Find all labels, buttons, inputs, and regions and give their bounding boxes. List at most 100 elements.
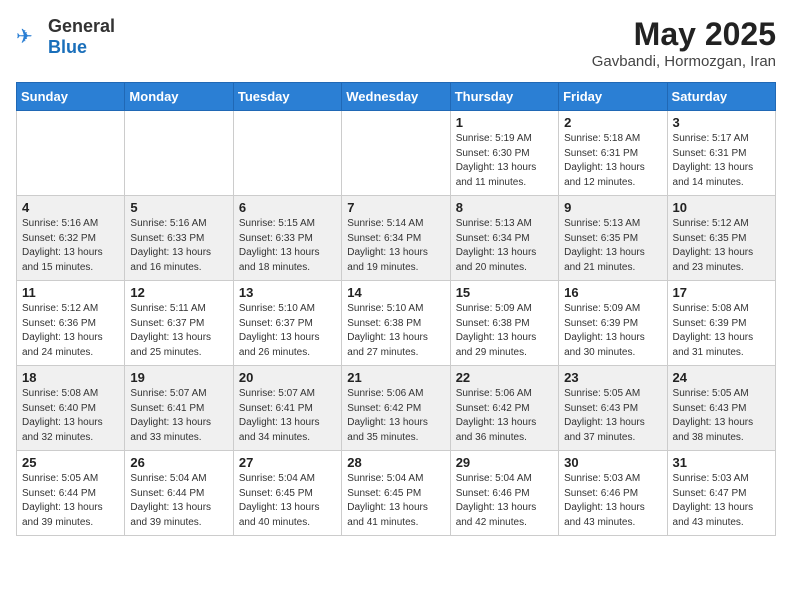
calendar-row-1: 1 Sunrise: 5:19 AM Sunset: 6:30 PM Daylig… — [17, 111, 776, 196]
calendar-row-2: 4 Sunrise: 5:16 AM Sunset: 6:32 PM Daylig… — [17, 196, 776, 281]
calendar-cell — [125, 111, 233, 196]
weekday-header-row: SundayMondayTuesdayWednesdayThursdayFrid… — [17, 83, 776, 111]
logo: ✈ General Blue — [16, 16, 115, 58]
day-info: Sunrise: 5:08 AM Sunset: 6:39 PM Dayligh… — [673, 302, 770, 360]
month-year-title: May 2025 — [592, 16, 776, 53]
day-number: 21 — [347, 370, 444, 385]
day-number: 27 — [239, 455, 336, 470]
day-info: Sunrise: 5:16 AM Sunset: 6:32 PM Dayligh… — [22, 217, 119, 275]
day-info: Sunrise: 5:08 AM Sunset: 6:40 PM Dayligh… — [22, 387, 119, 445]
day-info: Sunrise: 5:09 AM Sunset: 6:38 PM Dayligh… — [456, 302, 553, 360]
svg-text:✈: ✈ — [16, 26, 33, 48]
calendar-cell: 17 Sunrise: 5:08 AM Sunset: 6:39 PM Dayli… — [667, 281, 775, 366]
calendar-cell — [233, 111, 341, 196]
calendar-cell: 26 Sunrise: 5:04 AM Sunset: 6:44 PM Dayli… — [125, 451, 233, 536]
calendar-cell: 29Sunrise: 5:04 AM Sunset: 6:46 PM Dayli… — [450, 451, 558, 536]
weekday-header-friday: Friday — [559, 83, 667, 111]
calendar-cell: 16Sunrise: 5:09 AM Sunset: 6:39 PM Dayli… — [559, 281, 667, 366]
day-number: 7 — [347, 200, 444, 215]
day-number: 31 — [673, 455, 770, 470]
day-info: Sunrise: 5:13 AM Sunset: 6:34 PM Dayligh… — [456, 217, 553, 275]
calendar-table: SundayMondayTuesdayWednesdayThursdayFrid… — [16, 82, 776, 536]
day-info: Sunrise: 5:16 AM Sunset: 6:33 PM Dayligh… — [130, 217, 227, 275]
calendar-cell: 22 Sunrise: 5:06 AM Sunset: 6:42 PM Dayli… — [450, 366, 558, 451]
calendar-cell: 9 Sunrise: 5:13 AM Sunset: 6:35 PM Daylig… — [559, 196, 667, 281]
calendar-cell: 7 Sunrise: 5:14 AM Sunset: 6:34 PM Daylig… — [342, 196, 450, 281]
calendar-cell: 10 Sunrise: 5:12 AM Sunset: 6:35 PM Dayli… — [667, 196, 775, 281]
calendar-cell: 25 Sunrise: 5:05 AM Sunset: 6:44 PM Dayli… — [17, 451, 125, 536]
day-info: Sunrise: 5:04 AM Sunset: 6:44 PM Dayligh… — [130, 472, 227, 530]
day-info: Sunrise: 5:14 AM Sunset: 6:34 PM Dayligh… — [347, 217, 444, 275]
calendar-row-4: 18 Sunrise: 5:08 AM Sunset: 6:40 PM Dayli… — [17, 366, 776, 451]
day-number: 20 — [239, 370, 336, 385]
weekday-header-thursday: Thursday — [450, 83, 558, 111]
day-number: 15 — [456, 285, 553, 300]
day-number: 11 — [22, 285, 119, 300]
day-number: 14 — [347, 285, 444, 300]
page-header: ✈ General Blue May 2025 Gavbandi, Hormoz… — [16, 16, 776, 70]
day-number: 29 — [456, 455, 553, 470]
day-number: 3 — [673, 115, 770, 130]
day-info: Sunrise: 5:04 AM Sunset: 6:45 PM Dayligh… — [239, 472, 336, 530]
calendar-cell: 8Sunrise: 5:13 AM Sunset: 6:34 PM Daylig… — [450, 196, 558, 281]
day-info: Sunrise: 5:06 AM Sunset: 6:42 PM Dayligh… — [347, 387, 444, 445]
day-number: 18 — [22, 370, 119, 385]
calendar-cell: 23 Sunrise: 5:05 AM Sunset: 6:43 PM Dayli… — [559, 366, 667, 451]
day-info: Sunrise: 5:12 AM Sunset: 6:35 PM Dayligh… — [673, 217, 770, 275]
day-number: 13 — [239, 285, 336, 300]
calendar-cell: 20Sunrise: 5:07 AM Sunset: 6:41 PM Dayli… — [233, 366, 341, 451]
calendar-cell: 11Sunrise: 5:12 AM Sunset: 6:36 PM Dayli… — [17, 281, 125, 366]
calendar-cell: 2 Sunrise: 5:18 AM Sunset: 6:31 PM Daylig… — [559, 111, 667, 196]
calendar-cell: 28 Sunrise: 5:04 AM Sunset: 6:45 PM Dayli… — [342, 451, 450, 536]
day-number: 1 — [456, 115, 553, 130]
calendar-cell: 1 Sunrise: 5:19 AM Sunset: 6:30 PM Daylig… — [450, 111, 558, 196]
day-number: 2 — [564, 115, 661, 130]
day-info: Sunrise: 5:13 AM Sunset: 6:35 PM Dayligh… — [564, 217, 661, 275]
generalblue-logo-icon: ✈ — [16, 23, 44, 51]
calendar-cell: 21 Sunrise: 5:06 AM Sunset: 6:42 PM Dayli… — [342, 366, 450, 451]
day-number: 10 — [673, 200, 770, 215]
calendar-cell: 6 Sunrise: 5:15 AM Sunset: 6:33 PM Daylig… — [233, 196, 341, 281]
weekday-header-sunday: Sunday — [17, 83, 125, 111]
day-info: Sunrise: 5:11 AM Sunset: 6:37 PM Dayligh… — [130, 302, 227, 360]
day-info: Sunrise: 5:03 AM Sunset: 6:47 PM Dayligh… — [673, 472, 770, 530]
day-info: Sunrise: 5:03 AM Sunset: 6:46 PM Dayligh… — [564, 472, 661, 530]
day-info: Sunrise: 5:05 AM Sunset: 6:43 PM Dayligh… — [564, 387, 661, 445]
day-number: 9 — [564, 200, 661, 215]
calendar-row-5: 25 Sunrise: 5:05 AM Sunset: 6:44 PM Dayli… — [17, 451, 776, 536]
day-info: Sunrise: 5:17 AM Sunset: 6:31 PM Dayligh… — [673, 132, 770, 190]
day-number: 28 — [347, 455, 444, 470]
day-number: 30 — [564, 455, 661, 470]
logo-text-blue: Blue — [48, 37, 87, 57]
calendar-cell: 4 Sunrise: 5:16 AM Sunset: 6:32 PM Daylig… — [17, 196, 125, 281]
day-number: 17 — [673, 285, 770, 300]
logo-text-general: General — [48, 16, 115, 36]
day-number: 22 — [456, 370, 553, 385]
day-info: Sunrise: 5:06 AM Sunset: 6:42 PM Dayligh… — [456, 387, 553, 445]
calendar-cell: 13 Sunrise: 5:10 AM Sunset: 6:37 PM Dayli… — [233, 281, 341, 366]
day-number: 6 — [239, 200, 336, 215]
day-info: Sunrise: 5:05 AM Sunset: 6:44 PM Dayligh… — [22, 472, 119, 530]
day-info: Sunrise: 5:07 AM Sunset: 6:41 PM Dayligh… — [130, 387, 227, 445]
calendar-cell: 14 Sunrise: 5:10 AM Sunset: 6:38 PM Dayli… — [342, 281, 450, 366]
calendar-cell — [17, 111, 125, 196]
day-info: Sunrise: 5:04 AM Sunset: 6:45 PM Dayligh… — [347, 472, 444, 530]
day-info: Sunrise: 5:10 AM Sunset: 6:38 PM Dayligh… — [347, 302, 444, 360]
calendar-cell: 31 Sunrise: 5:03 AM Sunset: 6:47 PM Dayli… — [667, 451, 775, 536]
weekday-header-tuesday: Tuesday — [233, 83, 341, 111]
day-info: Sunrise: 5:19 AM Sunset: 6:30 PM Dayligh… — [456, 132, 553, 190]
day-info: Sunrise: 5:18 AM Sunset: 6:31 PM Dayligh… — [564, 132, 661, 190]
day-number: 16 — [564, 285, 661, 300]
day-number: 26 — [130, 455, 227, 470]
day-number: 19 — [130, 370, 227, 385]
day-info: Sunrise: 5:10 AM Sunset: 6:37 PM Dayligh… — [239, 302, 336, 360]
calendar-cell: 12 Sunrise: 5:11 AM Sunset: 6:37 PM Dayli… — [125, 281, 233, 366]
day-number: 12 — [130, 285, 227, 300]
day-number: 25 — [22, 455, 119, 470]
day-info: Sunrise: 5:15 AM Sunset: 6:33 PM Dayligh… — [239, 217, 336, 275]
calendar-cell: 5Sunrise: 5:16 AM Sunset: 6:33 PM Daylig… — [125, 196, 233, 281]
day-number: 4 — [22, 200, 119, 215]
day-number: 23 — [564, 370, 661, 385]
weekday-header-saturday: Saturday — [667, 83, 775, 111]
calendar-row-3: 11Sunrise: 5:12 AM Sunset: 6:36 PM Dayli… — [17, 281, 776, 366]
